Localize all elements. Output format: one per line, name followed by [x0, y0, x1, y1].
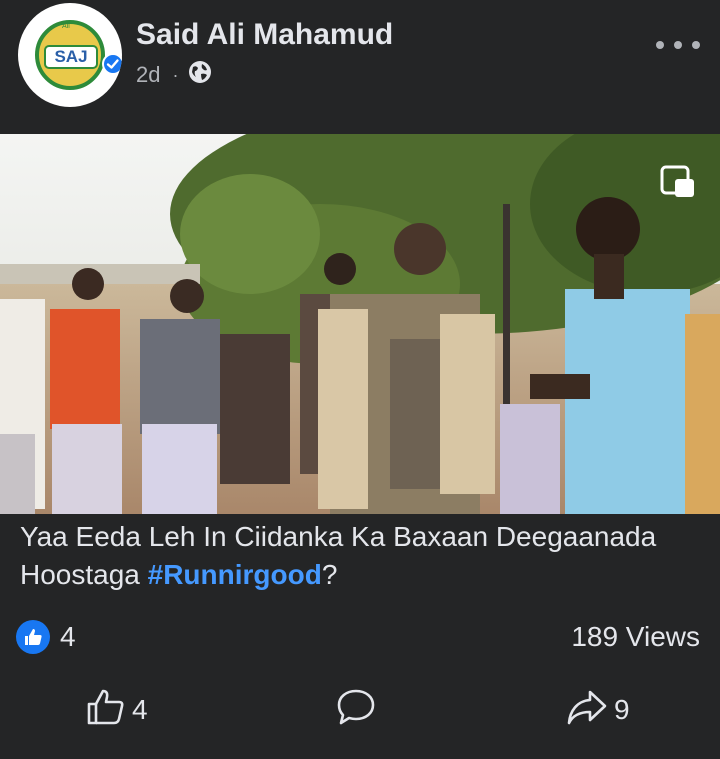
reaction-summary[interactable]: 4 — [16, 620, 76, 654]
more-icon[interactable] — [656, 30, 700, 60]
post-meta: 2d · — [136, 60, 212, 90]
like-count: 4 — [132, 693, 148, 725]
like-button[interactable]: 4 — [86, 688, 148, 731]
post-time[interactable]: 2d — [136, 62, 160, 88]
avatar[interactable]: Ali SAJ — [18, 3, 122, 107]
share-icon — [566, 688, 608, 731]
caption-text: Yaa Eeda Leh In Ciidanka Ka Baxaan Deega… — [20, 521, 657, 590]
post-caption: Yaa Eeda Leh In Ciidanka Ka Baxaan Deega… — [20, 518, 710, 594]
picture-in-picture-icon[interactable] — [660, 165, 696, 199]
caption-end: ? — [321, 559, 338, 590]
like-reaction-icon — [16, 620, 50, 654]
meta-separator: · — [172, 64, 179, 85]
view-count: 189 Views — [571, 621, 700, 652]
comment-icon — [336, 688, 376, 731]
share-count: 9 — [614, 693, 630, 725]
globe-icon — [188, 60, 212, 90]
author-name[interactable]: Said Ali Mahamud — [136, 18, 393, 52]
share-button[interactable]: 9 — [566, 688, 630, 731]
video-frame — [0, 134, 720, 514]
comment-button[interactable] — [336, 688, 376, 731]
verified-icon — [102, 53, 122, 75]
logo-text: SAJ — [44, 45, 98, 69]
hashtag-link[interactable]: #Runnirgood — [148, 559, 322, 590]
post-header: Ali SAJ Said Ali Mahamud 2d · — [0, 0, 720, 134]
thumbs-up-icon — [86, 688, 126, 731]
logo-arc-text: Ali — [62, 23, 70, 30]
reaction-count: 4 — [60, 621, 76, 652]
video-player[interactable] — [0, 134, 720, 514]
